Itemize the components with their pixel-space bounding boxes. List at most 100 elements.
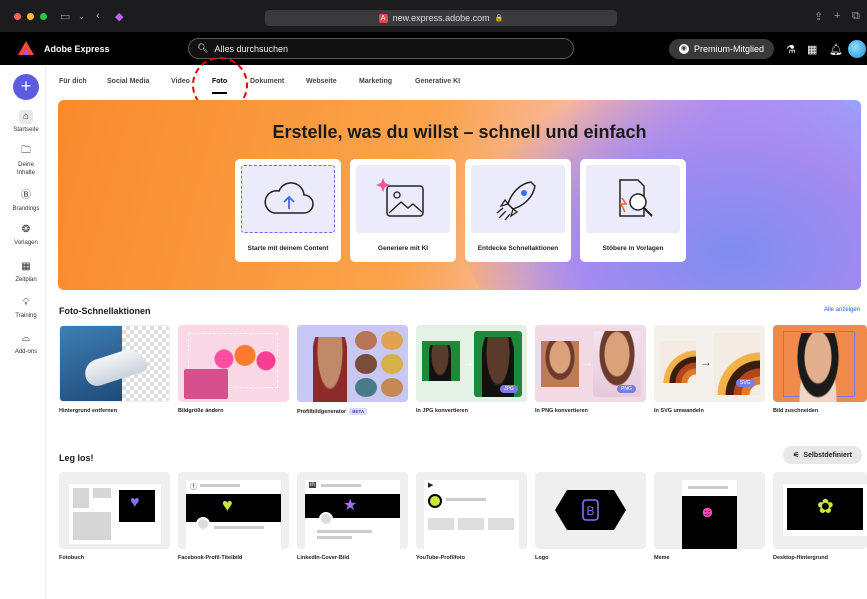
smiley-icon: ☻ [699, 504, 716, 521]
section-title-get-started: Leg los! [59, 453, 94, 463]
sidebar-item-vorlagen[interactable]: ❂ Vorlagen [6, 223, 46, 246]
template-label: Desktop-Hintergrund [773, 555, 828, 561]
create-new-button[interactable]: + [13, 74, 39, 100]
sidebar-item-deine-inhalte[interactable]: 🗀 Deine Inhalte [6, 144, 46, 177]
hero-title: Erstelle, was du willst – schnell und ei… [272, 122, 647, 142]
quick-action-profile-generator[interactable] [297, 325, 408, 402]
close-window-button[interactable] [14, 13, 21, 20]
quick-action-convert-jpg[interactable]: → JPG [416, 325, 527, 402]
templates-icon: ❂ [21, 224, 31, 235]
sidebar-item-label: Vorlagen [14, 240, 38, 246]
sidebar-item-label: Brandings [12, 206, 40, 212]
quick-action-label: Hintergrund entfernen [59, 408, 118, 414]
quick-action-convert-png[interactable]: → PNG [535, 325, 646, 402]
see-all-link[interactable]: Alle anzeigen [824, 307, 860, 313]
addons-icon: ⌓ [22, 333, 30, 344]
chevron-down-icon[interactable]: ⌄ [78, 12, 85, 21]
youtube-icon: ▶ [428, 482, 434, 489]
hero-card-generate-ai[interactable]: Generiere mit KI [350, 159, 456, 262]
flask-icon[interactable]: ⚗ [786, 43, 796, 56]
quick-action-crop-image[interactable] [773, 325, 867, 402]
tab-generative-ki[interactable]: Generative KI [415, 78, 460, 85]
quick-action-label: In SVG umwandeln [654, 408, 704, 414]
quick-action-label: Bild zuschneiden [773, 408, 819, 414]
calendar-icon: ▦ [21, 261, 31, 272]
facebook-icon: ⓕ [190, 484, 197, 491]
adobe-express-logo[interactable] [18, 41, 34, 55]
left-sidebar: + ⌂ Startseite 🗀 Deine Inhalte Ⓑ Brandin… [6, 65, 46, 599]
minimize-window-button[interactable] [27, 13, 34, 20]
lock-icon: 🔒 [494, 15, 504, 22]
hero-card-templates[interactable]: Stöbere in Vorlagen [580, 159, 686, 262]
svg-text:B: B [586, 504, 594, 518]
quick-action-label: Profilbildgenerator BETA [297, 408, 368, 415]
template-label: Facebook-Profil-Titelbild [178, 555, 243, 561]
template-linkedin-cover[interactable]: in ★ [297, 472, 408, 549]
back-icon[interactable]: ‹ [96, 10, 100, 22]
template-youtube-profile[interactable]: ▶ [416, 472, 527, 549]
star-icon: ✿ [817, 496, 834, 518]
portrait-image [313, 337, 347, 402]
app-name: Adobe Express [44, 44, 110, 54]
share-icon[interactable]: ⇪ [814, 10, 823, 23]
tab-video[interactable]: Video [171, 78, 190, 85]
logo-shape: B [555, 490, 626, 530]
tab-social-media[interactable]: Social Media [107, 78, 149, 85]
star-icon: ★ [343, 497, 358, 514]
template-facebook-cover[interactable]: ⓕ ♥ [178, 472, 289, 549]
hero-card-image [471, 165, 565, 233]
template-photobook[interactable]: ♥ [59, 472, 170, 549]
address-bar[interactable]: A new.express.adobe.com 🔒 [265, 10, 617, 26]
sidebar-item-add-ons[interactable]: ⌓ Add-ons [6, 332, 46, 355]
premium-button[interactable]: ◉ Premium-Mitglied [669, 39, 774, 59]
arrow-right-icon: → [462, 355, 474, 369]
sidebar-item-startseite[interactable]: ⌂ Startseite [6, 110, 46, 133]
template-logo[interactable]: B [535, 472, 646, 549]
home-icon: ⌂ [19, 110, 33, 124]
new-tab-icon[interactable]: + [834, 10, 840, 22]
bell-icon[interactable]: 🔔︎ [829, 43, 843, 56]
hero-card-quick-actions[interactable]: Entdecke Schnellaktionen [465, 159, 571, 262]
tab-dokument[interactable]: Dokument [250, 78, 284, 85]
zoom-window-button[interactable] [40, 13, 47, 20]
template-label: YouTube-Profilfoto [416, 555, 465, 561]
quick-action-label: In PNG konvertieren [535, 408, 588, 414]
quick-action-remove-background[interactable] [59, 325, 170, 402]
apps-grid-icon[interactable]: ▦ [807, 43, 817, 56]
window-controls[interactable] [14, 13, 47, 20]
tab-marketing[interactable]: Marketing [359, 78, 392, 85]
template-label: Meme [654, 555, 670, 561]
sidebar-item-zeitplan[interactable]: ▦ Zeitplan [6, 260, 46, 283]
template-meme[interactable]: ☻ [654, 472, 765, 549]
sidebar-toggle-icon[interactable]: ▭ [60, 10, 70, 23]
cloud-upload-icon [264, 182, 314, 214]
search-input[interactable]: 🔍︎ Alles durchsuchen [188, 38, 574, 59]
png-badge: PNG [617, 385, 636, 393]
heart-icon: ♥ [222, 495, 233, 515]
browser-toolbar: ▭ ⌄ ‹ ◆ A new.express.adobe.com 🔒 ⇪ + ⧉ [0, 0, 867, 32]
quick-action-convert-svg[interactable]: → SVG [654, 325, 765, 402]
heart-icon: ♥ [130, 494, 140, 511]
template-desktop-wallpaper[interactable]: ✿ [773, 472, 867, 549]
hero-card-upload[interactable]: Starte mit deinem Content [235, 159, 341, 262]
custom-size-button[interactable]: ⚟ Selbstdefiniert [783, 446, 862, 464]
adobe-icon: A [378, 13, 388, 23]
hero-banner: Erstelle, was du willst – schnell und ei… [58, 100, 861, 290]
arrow-right-icon: → [581, 355, 593, 369]
custom-size-label: Selbstdefiniert [803, 451, 852, 459]
tabs-overview-icon[interactable]: ⧉ [852, 10, 860, 23]
jpg-badge: JPG [500, 385, 518, 393]
portrait-image [795, 333, 841, 402]
sidebar-item-training[interactable]: 💡︎ Training [6, 296, 46, 319]
extension-icon[interactable]: ◆ [115, 10, 123, 23]
folder-icon: 🗀 [21, 145, 31, 156]
sidebar-item-label: Deine Inhalte [16, 162, 35, 176]
sidebar-item-label: Zeitplan [15, 277, 37, 283]
sidebar-item-brandings[interactable]: Ⓑ Brandings [6, 189, 46, 212]
tab-fuer-dich[interactable]: Für dich [59, 78, 87, 85]
tab-webseite[interactable]: Webseite [306, 78, 337, 85]
template-label: Logo [535, 555, 549, 561]
quick-action-resize-image[interactable] [178, 325, 289, 402]
avatar[interactable] [848, 40, 866, 58]
template-label: LinkedIn-Cover-Bild [297, 555, 350, 561]
